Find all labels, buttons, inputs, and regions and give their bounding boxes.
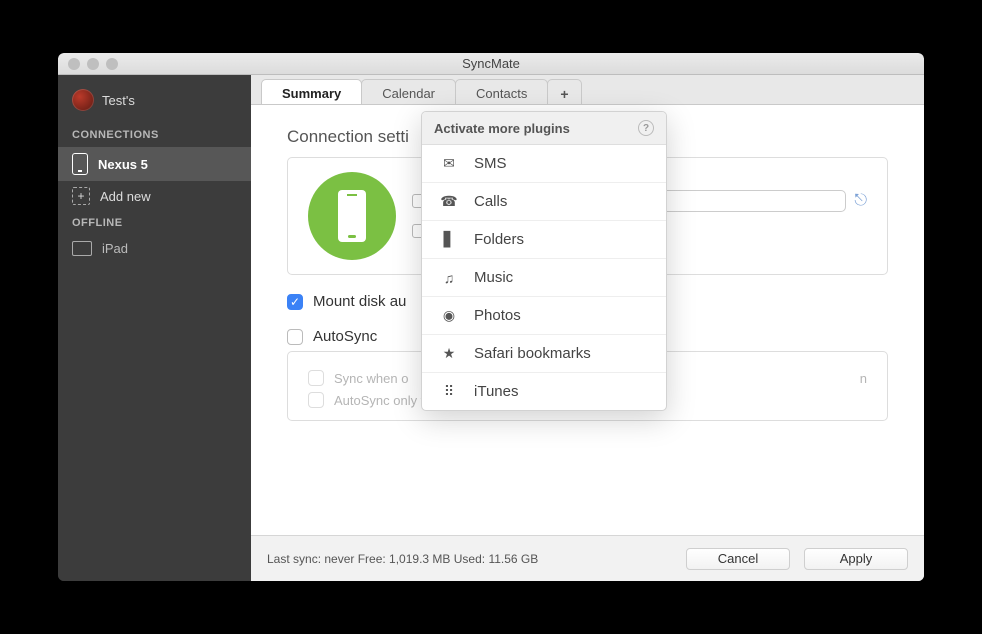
plugin-item-label: Photos bbox=[474, 307, 521, 324]
user-label: Test's bbox=[102, 93, 135, 108]
folder-icon: ▋ bbox=[440, 231, 458, 248]
window-body: Test's CONNECTIONS Nexus 5 + Add new OFF… bbox=[58, 75, 924, 581]
tabbar: Summary Calendar Contacts + bbox=[251, 75, 924, 105]
usb-icon: ⎋ bbox=[854, 192, 867, 210]
phone-icon bbox=[72, 153, 88, 175]
help-icon[interactable]: ? bbox=[638, 120, 654, 136]
plugin-item-label: Calls bbox=[474, 193, 507, 210]
tablet-icon bbox=[72, 241, 92, 256]
close-window-button[interactable] bbox=[68, 58, 80, 70]
sidebar-item-label: Add new bbox=[100, 189, 151, 204]
autosync-sub-label-1: Sync when o bbox=[334, 371, 408, 386]
camera-icon: ◉ bbox=[440, 307, 458, 324]
autosync-sub-checkbox-1[interactable] bbox=[308, 370, 324, 386]
tab-summary[interactable]: Summary bbox=[261, 79, 362, 104]
tab-contacts[interactable]: Contacts bbox=[455, 79, 548, 104]
media-library-icon: ⠿ bbox=[440, 383, 458, 400]
sidebar: Test's CONNECTIONS Nexus 5 + Add new OFF… bbox=[58, 75, 251, 581]
window-title: SyncMate bbox=[58, 56, 924, 71]
mount-disk-checkbox[interactable]: ✓ bbox=[287, 294, 303, 310]
main-pane: Summary Calendar Contacts + Connection s… bbox=[251, 75, 924, 581]
plugin-item-folders[interactable]: ▋ Folders bbox=[422, 221, 666, 259]
sidebar-item-ipad[interactable]: iPad bbox=[58, 235, 251, 262]
sidebar-item-label: Nexus 5 bbox=[98, 157, 148, 172]
plugin-item-sms[interactable]: ✉ SMS bbox=[422, 145, 666, 183]
apply-button[interactable]: Apply bbox=[804, 548, 908, 570]
autosync-sub-1-tail: n bbox=[860, 371, 867, 386]
mount-disk-label: Mount disk au bbox=[313, 293, 406, 310]
avatar bbox=[72, 89, 94, 111]
plugin-item-music[interactable]: ♫ Music bbox=[422, 259, 666, 297]
cancel-button[interactable]: Cancel bbox=[686, 548, 790, 570]
autosync-label: AutoSync bbox=[313, 328, 377, 345]
autosync-sub-checkbox-2[interactable] bbox=[308, 392, 324, 408]
autosync-checkbox[interactable] bbox=[287, 329, 303, 345]
plugins-popover-title: Activate more plugins bbox=[434, 121, 570, 136]
plugin-item-itunes[interactable]: ⠿ iTunes bbox=[422, 373, 666, 410]
tab-add-plugin[interactable]: + bbox=[547, 79, 581, 104]
app-window: SyncMate Test's CONNECTIONS Nexus 5 + Ad… bbox=[58, 53, 924, 581]
add-icon: + bbox=[72, 187, 90, 205]
statusbar: Last sync: never Free: 1,019.3 MB Used: … bbox=[251, 535, 924, 581]
plugin-item-label: iTunes bbox=[474, 383, 518, 400]
sidebar-section-connections: CONNECTIONS bbox=[58, 123, 251, 147]
device-phone-icon bbox=[338, 190, 366, 242]
sidebar-item-nexus5[interactable]: Nexus 5 bbox=[58, 147, 251, 181]
titlebar: SyncMate bbox=[58, 53, 924, 75]
user-row[interactable]: Test's bbox=[58, 83, 251, 123]
plugins-popover: Activate more plugins ? ✉ SMS ☎ Calls ▋ … bbox=[421, 111, 667, 411]
envelope-icon: ✉ bbox=[440, 155, 458, 172]
sidebar-section-offline: OFFLINE bbox=[58, 211, 251, 235]
status-text: Last sync: never Free: 1,019.3 MB Used: … bbox=[267, 552, 538, 566]
plugins-popover-header: Activate more plugins ? bbox=[422, 112, 666, 145]
plugin-item-label: Safari bookmarks bbox=[474, 345, 591, 362]
device-badge bbox=[308, 172, 396, 260]
plugin-item-label: Music bbox=[474, 269, 513, 286]
sidebar-item-label: iPad bbox=[102, 241, 128, 256]
star-icon: ★ bbox=[440, 345, 458, 362]
plugin-item-label: Folders bbox=[474, 231, 524, 248]
minimize-window-button[interactable] bbox=[87, 58, 99, 70]
zoom-window-button[interactable] bbox=[106, 58, 118, 70]
traffic-lights bbox=[58, 58, 118, 70]
music-note-icon: ♫ bbox=[440, 270, 458, 286]
plugin-item-photos[interactable]: ◉ Photos bbox=[422, 297, 666, 335]
plugin-item-calls[interactable]: ☎ Calls bbox=[422, 183, 666, 221]
phone-handle-icon: ☎ bbox=[440, 193, 458, 210]
plugin-item-safari-bookmarks[interactable]: ★ Safari bookmarks bbox=[422, 335, 666, 373]
sidebar-item-add-new[interactable]: + Add new bbox=[58, 181, 251, 211]
plugin-item-label: SMS bbox=[474, 155, 507, 172]
tab-calendar[interactable]: Calendar bbox=[361, 79, 456, 104]
